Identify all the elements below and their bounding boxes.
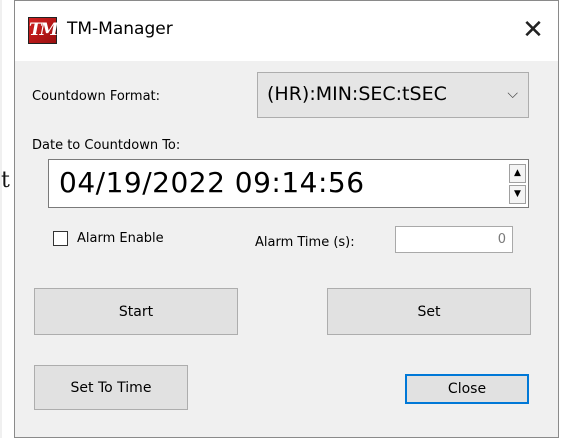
- spin-up-icon[interactable]: ▲: [509, 164, 526, 183]
- alarm-time-value: 0: [497, 232, 506, 247]
- spin-down-icon[interactable]: ▼: [509, 185, 526, 204]
- close-button[interactable]: Close: [405, 374, 529, 404]
- alarm-enable-checkbox[interactable]: [53, 231, 68, 246]
- chevron-down-icon: ⌵: [507, 86, 518, 102]
- close-window-button[interactable]: ✕: [515, 13, 551, 47]
- tm-manager-window: TM TM-Manager ✕ Countdown Format: (HR):M…: [14, 0, 559, 438]
- countdown-format-value: (HR):MIN:SEC:tSEC: [267, 83, 447, 105]
- date-spinner[interactable]: ▲ ▼: [509, 164, 526, 204]
- alarm-time-label: Alarm Time (s):: [255, 235, 355, 250]
- alarm-enable-label[interactable]: Alarm Enable: [77, 231, 164, 246]
- countdown-format-label: Countdown Format:: [32, 89, 161, 104]
- date-time-picker[interactable]: 04/19/2022 09:14:56 ▲ ▼: [48, 159, 529, 208]
- background-edge: [0, 0, 2, 438]
- start-button[interactable]: Start: [34, 288, 238, 335]
- date-countdown-label: Date to Countdown To:: [32, 138, 181, 153]
- set-to-time-button[interactable]: Set To Time: [34, 365, 188, 410]
- countdown-format-select[interactable]: (HR):MIN:SEC:tSEC ⌵: [257, 72, 529, 118]
- background-partial-text: t: [1, 168, 10, 193]
- date-time-value: 04/19/2022 09:14:56: [59, 166, 365, 199]
- set-button[interactable]: Set: [327, 288, 531, 335]
- window-title: TM-Manager: [67, 19, 173, 39]
- title-bar[interactable]: TM TM-Manager ✕: [15, 1, 558, 61]
- app-logo-icon: TM: [28, 17, 58, 44]
- alarm-time-input[interactable]: 0: [395, 226, 513, 253]
